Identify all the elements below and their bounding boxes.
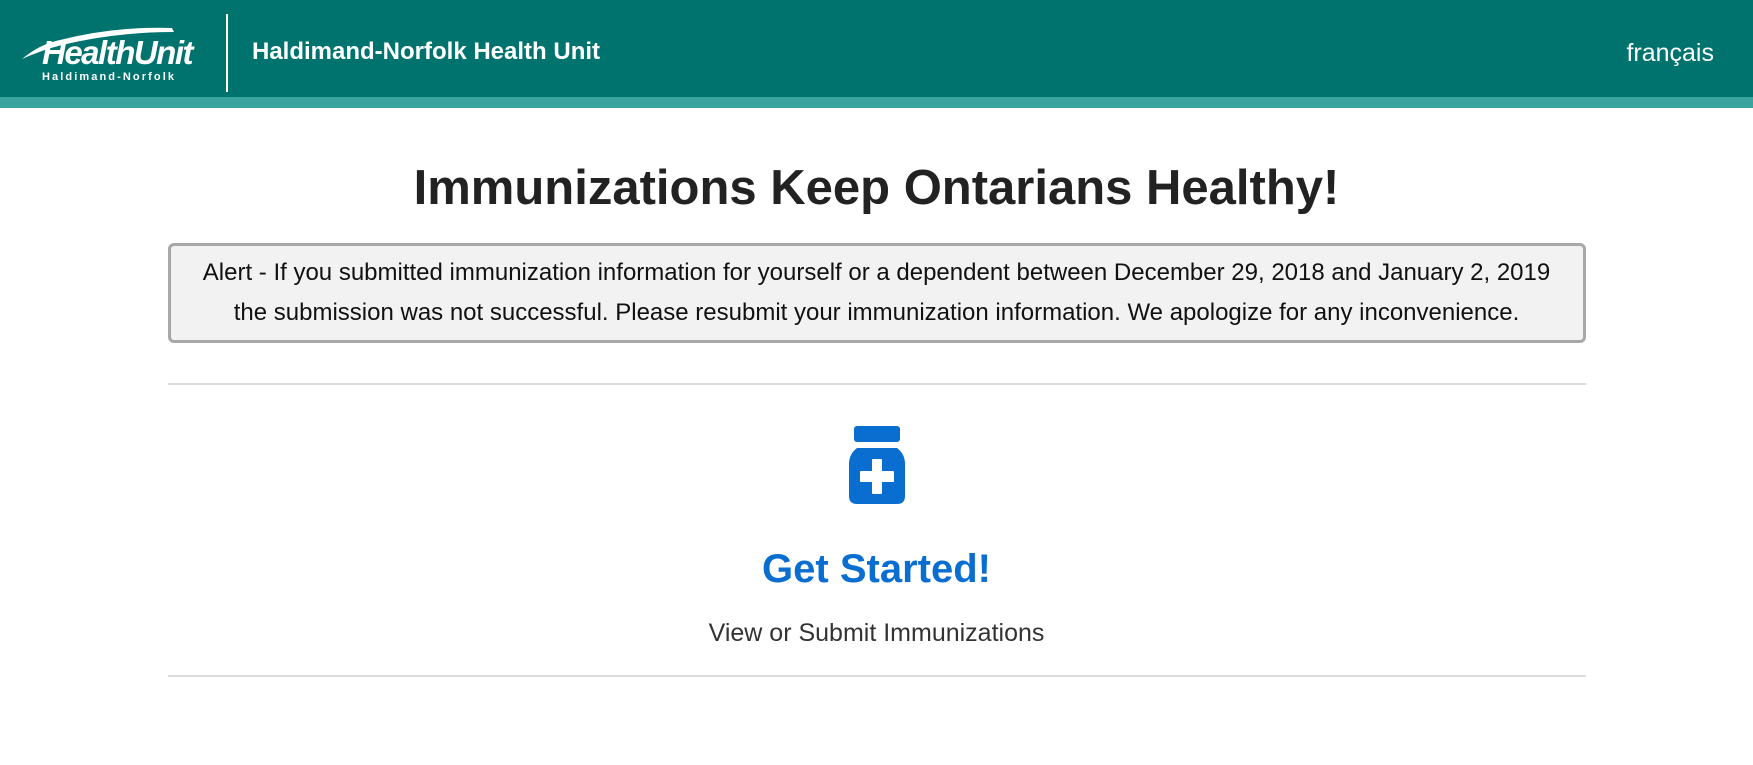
logo-sub-text: Haldimand-Norfolk: [42, 71, 177, 83]
health-unit-logo[interactable]: HealthUnit Haldimand-Norfolk: [20, 26, 194, 88]
header-divider: [226, 14, 228, 92]
logo-main-text: HealthUnit: [42, 34, 194, 71]
site-title: Haldimand-Norfolk Health Unit: [252, 38, 601, 65]
get-started-link[interactable]: Get Started!: [762, 549, 991, 589]
header-accent-stripe: [0, 97, 1753, 108]
page-title: Immunizations Keep Ontarians Healthy!: [413, 161, 1340, 215]
medicine-bottle-icon[interactable]: [848, 426, 905, 504]
alert-text: Alert - If you submitted immunization in…: [202, 259, 1551, 326]
get-started-description: View or Submit Immunizations: [708, 619, 1045, 647]
alert-box: Alert - If you submitted immunization in…: [167, 243, 1586, 343]
main-content: Immunizations Keep Ontarians Healthy! Al…: [167, 108, 1586, 677]
site-header: HealthUnit Haldimand-Norfolk Haldimand-N…: [0, 0, 1753, 108]
section-divider-bottom: [167, 675, 1586, 677]
language-toggle-link[interactable]: français: [1626, 41, 1714, 66]
get-started-section: Get Started! View or Submit Immunization…: [168, 385, 1586, 675]
